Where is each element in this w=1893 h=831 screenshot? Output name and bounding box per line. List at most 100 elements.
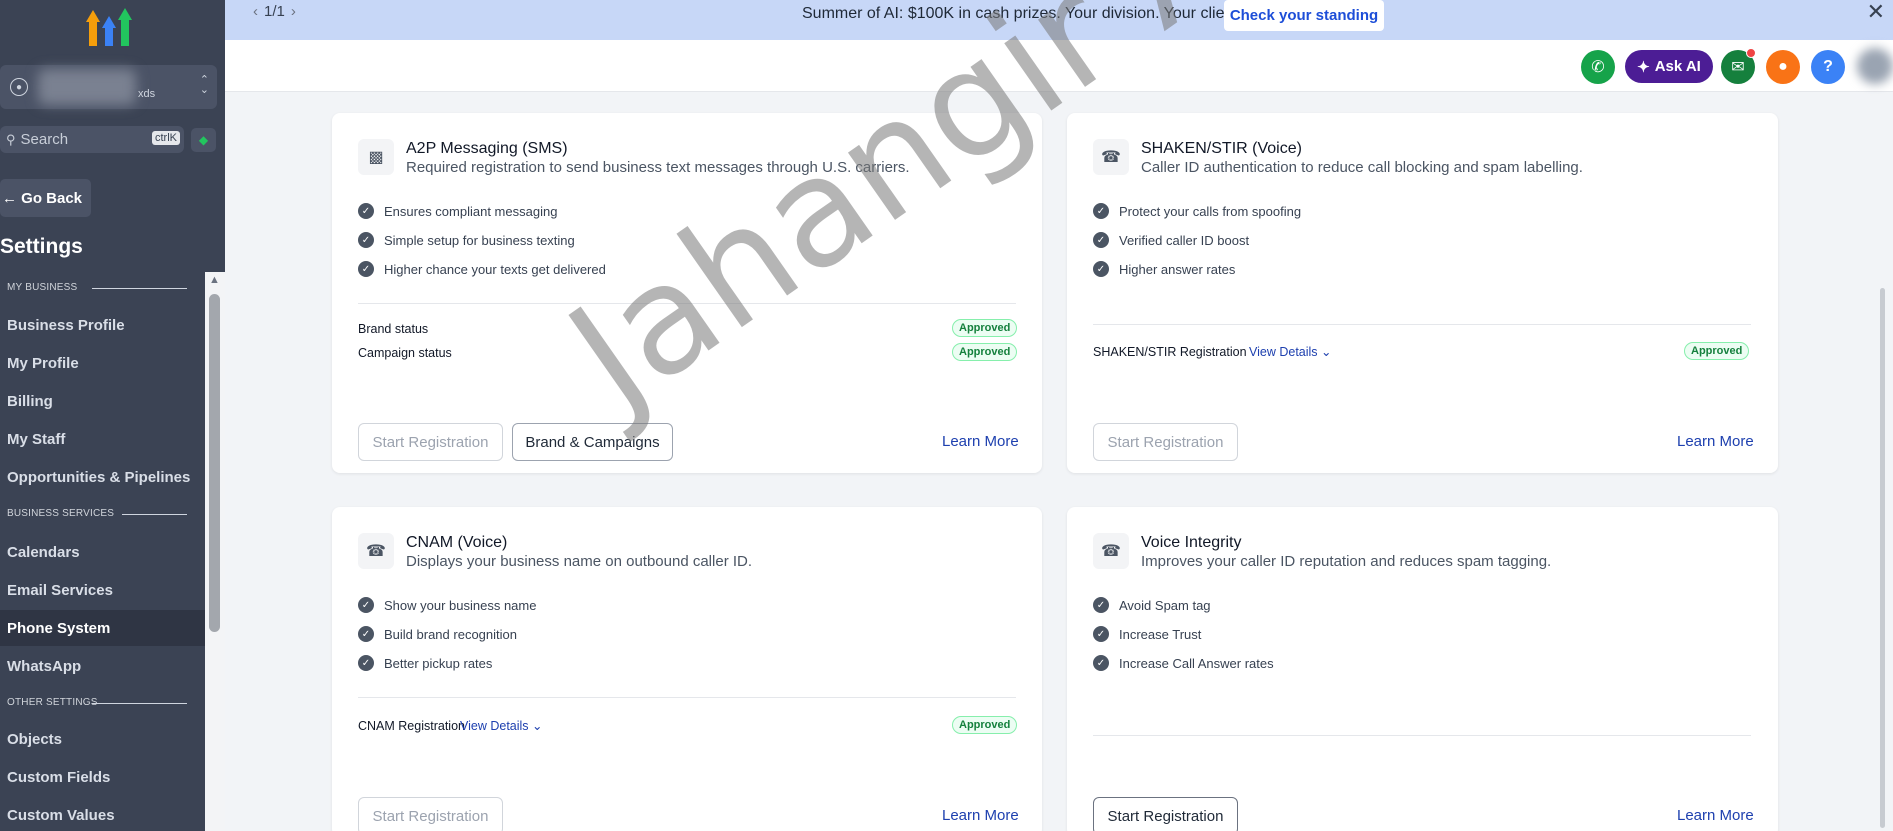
search-shortcut: ctrlK [152,131,180,145]
feature-item: ✓ Avoid Spam tag [1093,597,1211,613]
divider [358,303,1016,304]
bell-icon: ● [1778,58,1788,75]
section-my-business: MY BUSINESS [7,282,187,293]
feature-item: ✓ Higher chance your texts get delivered [358,261,606,277]
section-other-settings: OTHER SETTINGS [7,697,187,708]
content-scrollbar[interactable] [1880,288,1885,828]
check-circle-icon: ✓ [358,655,374,671]
card-cnam: ☎ CNAM (Voice) Displays your business na… [332,507,1042,831]
promo-banner: ‹ 1/1 › Summer of AI: $100K in cash prizes… [225,0,1893,40]
start-registration-button[interactable]: Start Registration [358,797,503,831]
quick-action-button[interactable]: ◆ [191,128,216,152]
brand-campaigns-button[interactable]: Brand & Campaigns [512,423,673,461]
learn-more-link[interactable]: Learn More [942,433,1019,450]
sidebar-item-custom-fields[interactable]: Custom Fields [0,759,205,795]
account-switcher[interactable]: ● xds ⌃ ⌄ [0,65,217,109]
check-circle-icon: ✓ [358,261,374,277]
sidebar-item-whatsapp[interactable]: WhatsApp [0,648,205,684]
scroll-up-icon[interactable]: ▲ [209,274,220,286]
sidebar-item-calendars[interactable]: Calendars [0,534,205,570]
check-circle-icon: ✓ [1093,655,1109,671]
go-back-button[interactable]: ← Go Back [0,179,91,217]
account-name-redacted [38,69,136,105]
status-badge: Approved [1684,342,1750,360]
chevron-right-icon[interactable]: › [291,3,296,20]
status-badge: Approved [952,716,1018,734]
card-shaken-stir: ☎ SHAKEN/STIR (Voice) Caller ID authenti… [1067,113,1778,473]
feature-item: ✓ Verified caller ID boost [1093,232,1249,248]
sparkle-icon: ✦ [1637,58,1650,76]
card-description: Required registration to send business t… [406,159,910,176]
check-circle-icon: ✓ [1093,261,1109,277]
top-header: ✆ ✦ Ask AI ✉ ● ? [225,40,1893,92]
notification-dot [1746,48,1756,58]
sidebar-item-my-profile[interactable]: My Profile [0,345,205,381]
scrollbar-thumb[interactable] [209,294,220,632]
feature-item: ✓ Increase Call Answer rates [1093,655,1274,671]
settings-title: Settings [0,235,83,258]
sidebar-item-email-services[interactable]: Email Services [0,572,205,608]
card-voice-integrity: ☎ Voice Integrity Improves your caller I… [1067,507,1778,831]
feature-item: ✓ Increase Trust [1093,626,1201,642]
help-button[interactable]: ? [1811,50,1845,84]
arrow-left-icon: ← [2,189,22,207]
check-circle-icon: ✓ [1093,597,1109,613]
check-circle-icon: ✓ [1093,232,1109,248]
sidebar-item-opportunities[interactable]: Opportunities & Pipelines [0,459,205,495]
check-circle-icon: ✓ [358,626,374,642]
learn-more-link[interactable]: Learn More [1677,807,1754,824]
registration-label: SHAKEN/STIR Registration [1093,345,1247,359]
phone-icon: ✆ [1591,59,1605,76]
sidebar-item-phone-system[interactable]: Phone System [0,610,205,646]
card-title: A2P Messaging (SMS) [406,140,568,157]
start-registration-button[interactable]: Start Registration [1093,797,1238,831]
sidebar-item-business-profile[interactable]: Business Profile [0,307,205,343]
chevron-left-icon[interactable]: ‹ [253,3,258,20]
avatar[interactable] [1857,48,1893,84]
card-description: Caller ID authentication to reduce call … [1141,159,1583,176]
announcements-button[interactable]: ✉ [1721,48,1756,84]
status-badge: Approved [952,319,1018,337]
learn-more-link[interactable]: Learn More [1677,433,1754,450]
check-circle-icon: ✓ [1093,203,1109,219]
start-registration-button[interactable]: Start Registration [358,423,503,461]
caller-id-icon: ☎ [1093,533,1129,569]
card-title: Voice Integrity [1141,534,1242,551]
search-icon: ⚲ [6,131,16,147]
section-business-services: BUSINESS SERVICES [7,508,187,519]
sidebar: ● xds ⌃ ⌄ ⚲ Search ctrlK ◆ ← Go Back Sett… [0,0,225,831]
sidebar-item-custom-values[interactable]: Custom Values [0,797,205,831]
ask-ai-label: Ask AI [1654,58,1701,75]
search-placeholder: Search [20,131,69,148]
notifications-button[interactable]: ● [1766,50,1800,84]
search-input[interactable]: ⚲ Search ctrlK [0,126,184,153]
check-circle-icon: ✓ [1093,626,1109,642]
pager-count: 1/1 [264,3,285,20]
campaign-status-label: Campaign status [358,346,452,360]
go-back-label: Go Back [21,189,83,207]
ask-ai-button[interactable]: ✦ Ask AI [1625,50,1713,83]
close-icon[interactable]: ✕ [1867,0,1885,25]
card-description: Improves your caller ID reputation and r… [1141,553,1552,570]
main-content: ▩ A2P Messaging (SMS) Required registrat… [225,93,1893,831]
start-registration-button[interactable]: Start Registration [1093,423,1238,461]
view-details-toggle[interactable]: View Details ⌄ [1249,344,1332,359]
check-standing-button[interactable]: Check your standing [1224,0,1384,31]
learn-more-link[interactable]: Learn More [942,807,1019,824]
sidebar-item-objects[interactable]: Objects [0,721,205,757]
chevron-updown-icon: ⌃ ⌄ [199,74,209,96]
feature-item: ✓ Higher answer rates [1093,261,1235,277]
megaphone-icon: ✉ [1731,59,1745,76]
card-title: CNAM (Voice) [406,534,508,551]
location-icon: ● [10,78,28,96]
feature-item: ✓ Protect your calls from spoofing [1093,203,1301,219]
registration-label: CNAM Registration [358,719,465,733]
sidebar-item-my-staff[interactable]: My Staff [0,421,205,457]
sidebar-item-billing[interactable]: Billing [0,383,205,419]
app-logo[interactable] [86,6,132,48]
caller-id-icon: ☎ [358,533,394,569]
phone-button[interactable]: ✆ [1581,50,1615,84]
chevron-down-icon: ⌄ [1321,345,1332,359]
sidebar-scrollbar[interactable]: ▲ [205,272,225,831]
view-details-toggle[interactable]: View Details ⌄ [460,718,543,733]
